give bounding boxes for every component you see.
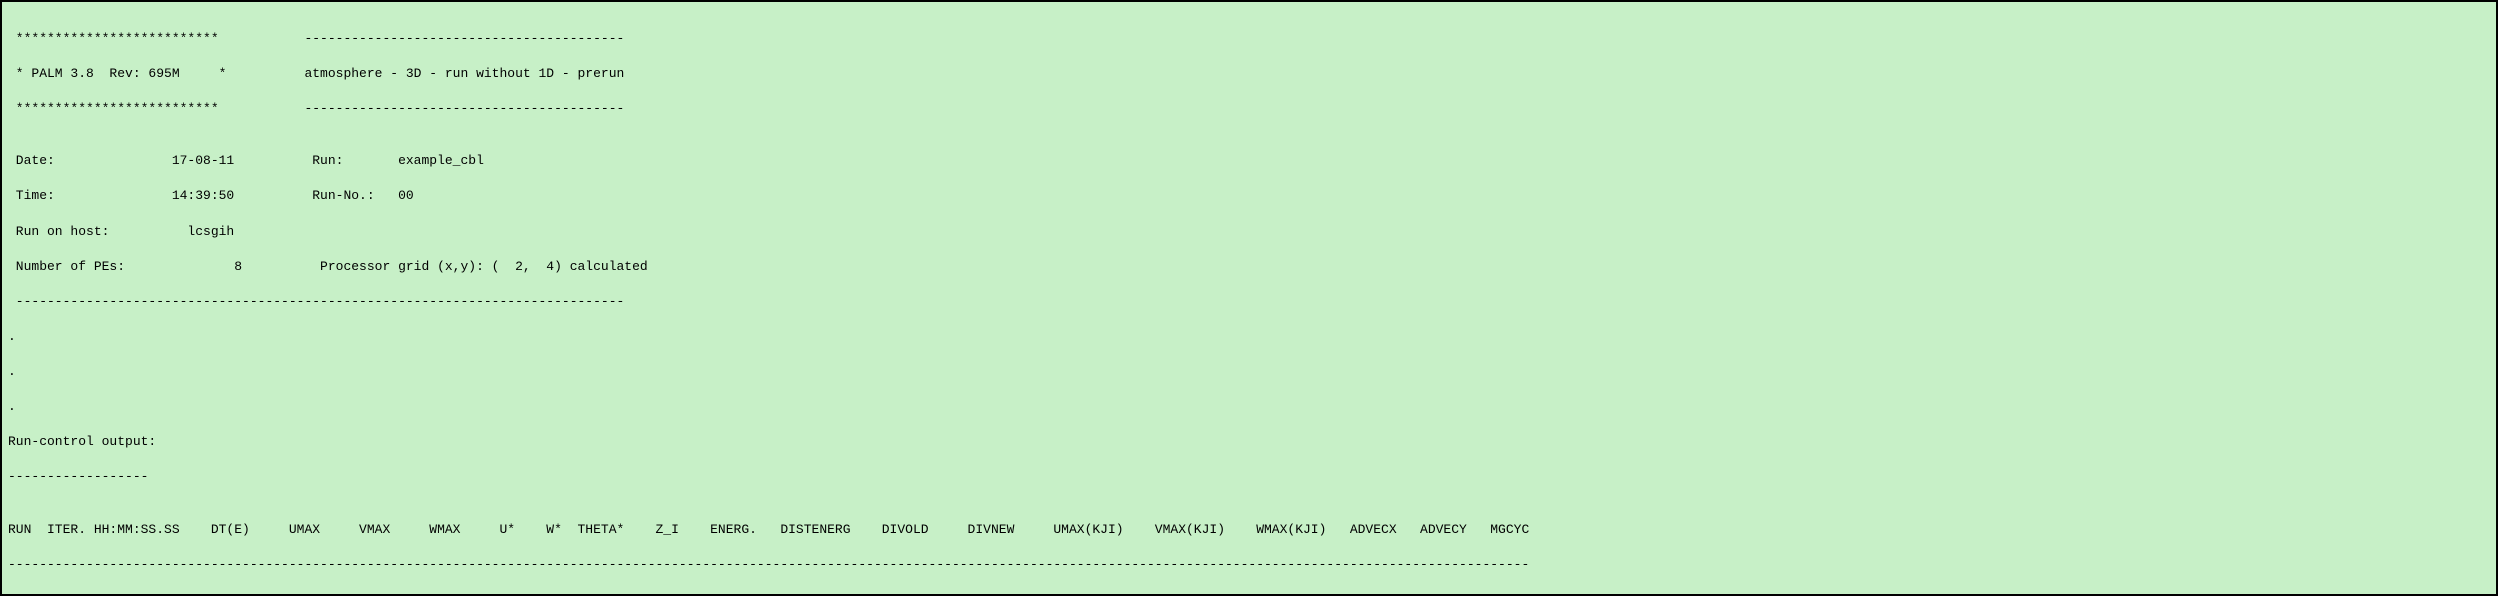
data-row: 0 0 00:00:00.00 20.0000A -0.2192D -0.216…: [8, 591, 2490, 596]
header-star-line: ************************** -------------…: [8, 30, 2490, 48]
ellipsis-dot: .: [8, 363, 2490, 381]
ellipsis-dot: .: [8, 398, 2490, 416]
header-star-line-2: ************************** -------------…: [8, 100, 2490, 118]
section-rule: ------------------: [8, 468, 2490, 486]
date-line: Date: 17-08-11 Run: example_cbl: [8, 152, 2490, 170]
header-title-line: * PALM 3.8 Rev: 695M * atmosphere - 3D -…: [8, 65, 2490, 83]
time-line: Time: 14:39:50 Run-No.: 00: [8, 187, 2490, 205]
column-headers: RUN ITER. HH:MM:SS.SS DT(E) UMAX VMAX WM…: [8, 521, 2490, 539]
ellipsis-dot: .: [8, 328, 2490, 346]
terminal-output: ************************** -------------…: [0, 0, 2498, 596]
column-rule: ----------------------------------------…: [8, 556, 2490, 574]
pes-line: Number of PEs: 8 Processor grid (x,y): (…: [8, 258, 2490, 276]
host-line: Run on host: lcsgih: [8, 223, 2490, 241]
section-heading: Run-control output:: [8, 433, 2490, 451]
header-rule: ----------------------------------------…: [8, 293, 2490, 311]
